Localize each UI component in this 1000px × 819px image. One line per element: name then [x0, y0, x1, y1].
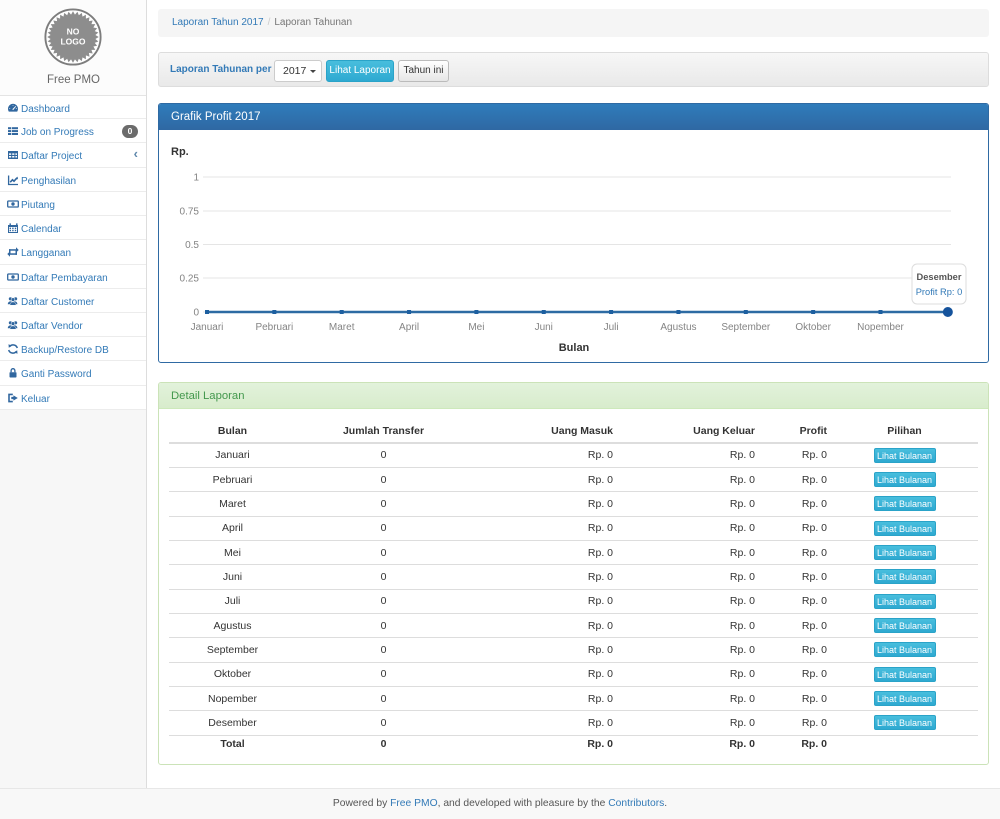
svg-text:NO: NO	[67, 27, 80, 37]
svg-text:1: 1	[193, 173, 199, 184]
svg-text:Agustus: Agustus	[660, 322, 696, 333]
svg-text:Mei: Mei	[468, 322, 484, 333]
svg-text:Oktober: Oktober	[795, 322, 831, 333]
svg-text:0.25: 0.25	[180, 274, 200, 285]
svg-text:Desember: Desember	[917, 272, 962, 282]
svg-text:Bulan: Bulan	[559, 342, 590, 354]
svg-text:September: September	[721, 322, 771, 333]
svg-text:Nopember: Nopember	[857, 322, 904, 333]
svg-text:Rp.: Rp.	[171, 146, 189, 158]
svg-text:Juli: Juli	[604, 322, 619, 333]
svg-text:LOGO: LOGO	[60, 37, 85, 47]
svg-text:0: 0	[193, 308, 199, 319]
svg-text:0.75: 0.75	[180, 207, 200, 218]
svg-text:0.5: 0.5	[185, 240, 199, 251]
svg-text:Pebruari: Pebruari	[255, 322, 293, 333]
svg-text:Juni: Juni	[535, 322, 553, 333]
svg-text:Profit Rp: 0: Profit Rp: 0	[916, 287, 963, 297]
svg-text:April: April	[399, 322, 419, 333]
svg-text:Maret: Maret	[329, 322, 355, 333]
svg-text:Januari: Januari	[191, 322, 224, 333]
